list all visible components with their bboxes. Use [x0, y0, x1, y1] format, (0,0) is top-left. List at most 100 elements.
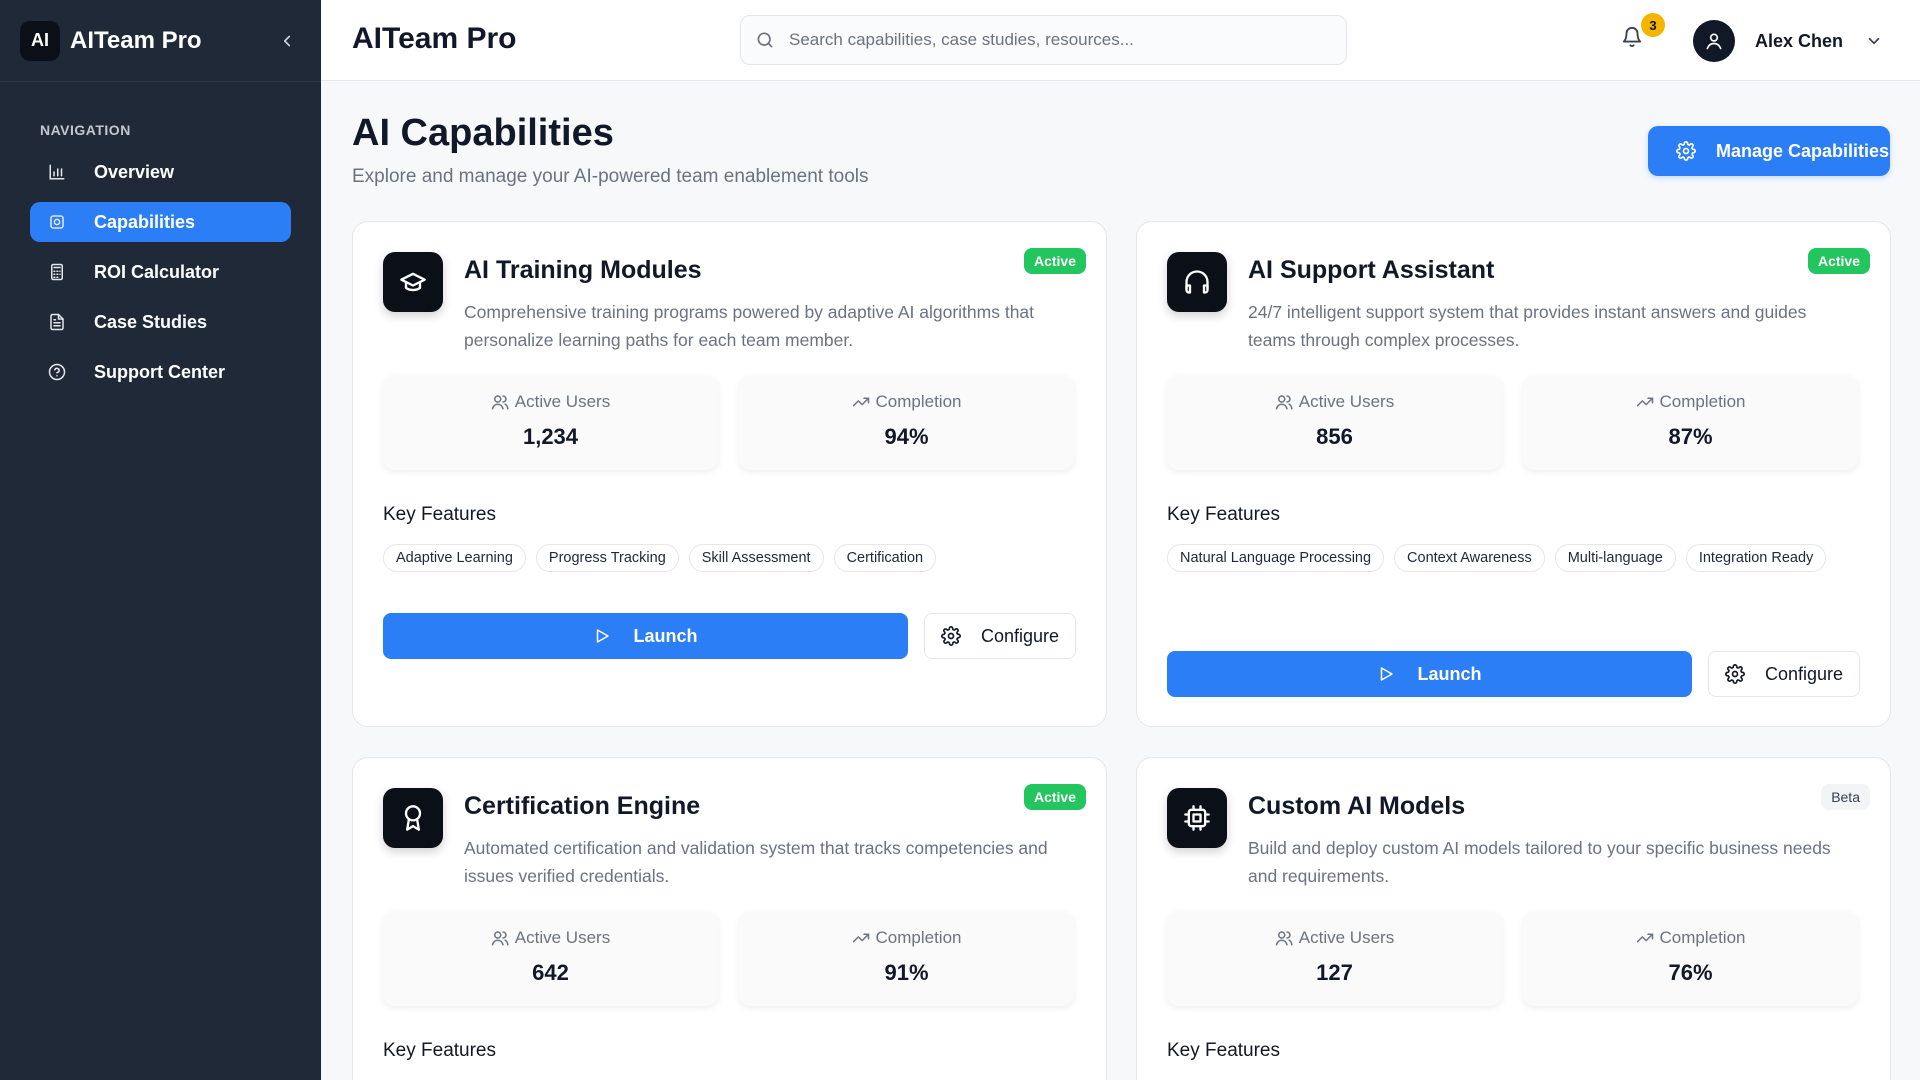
trending-up-icon [852, 393, 870, 411]
top-header: AITeam Pro 3 Alex Chen [321, 0, 1920, 81]
launch-label: Launch [633, 625, 698, 646]
card-title: Custom AI Models [1248, 792, 1466, 820]
active-users-value: 642 [532, 960, 569, 985]
card-title: AI Support Assistant [1248, 256, 1495, 284]
feature-chip: Multi-language [1554, 544, 1676, 572]
capability-card-ai-training-modules: AI Training Modules Active Comprehensive… [352, 221, 1107, 727]
graduation-cap-icon [383, 252, 443, 312]
search-bar[interactable] [740, 15, 1347, 65]
trending-up-icon [1636, 393, 1654, 411]
feature-chip: Progress Tracking [535, 544, 679, 572]
completion-value: 87% [1668, 424, 1713, 449]
capability-card-ai-support-assistant: AI Support Assistant Active 24/7 intelli… [1136, 221, 1891, 727]
manage-capabilities-button[interactable]: Manage Capabilities [1648, 126, 1890, 176]
sidebar-item-roi-calculator[interactable]: ROI Calculator [30, 252, 291, 292]
feature-chips: Natural Language Processing Context Awar… [1167, 544, 1867, 572]
card-description: Automated certification and validation s… [464, 838, 1048, 886]
sidebar-item-label: ROI Calculator [94, 261, 220, 282]
feature-chip: Context Awareness [1394, 544, 1545, 572]
sidebar-item-case-studies[interactable]: Case Studies [30, 302, 291, 342]
configure-label: Configure [981, 625, 1060, 646]
trending-up-icon [1636, 929, 1654, 947]
bell-icon [1622, 27, 1642, 48]
feature-chip: Natural Language Processing [1167, 544, 1385, 572]
capability-card-custom-ai-models: Custom AI Models Beta Build and deploy c… [1136, 757, 1891, 1080]
card-description: Comprehensive training programs powered … [464, 302, 1035, 350]
sidebar-item-capabilities[interactable]: Capabilities [30, 202, 291, 242]
stat-label: Completion [1659, 392, 1746, 411]
collapse-sidebar-button[interactable] [273, 27, 301, 55]
launch-button[interactable]: Launch [1167, 651, 1692, 697]
sidebar-item-label: Capabilities [94, 211, 196, 232]
play-icon [1381, 667, 1394, 681]
stat-label-row: Completion [1523, 928, 1858, 948]
feature-chip: Skill Assessment [688, 544, 824, 572]
launch-label: Launch [1417, 663, 1482, 684]
user-menu[interactable]: Alex Chen [1693, 20, 1883, 62]
gear-icon [941, 626, 961, 646]
sidebar-item-support-center[interactable]: Support Center [30, 352, 291, 392]
users-icon [1275, 929, 1293, 947]
active-users-value: 856 [1316, 424, 1353, 449]
status-badge: Active [1023, 784, 1086, 810]
cpu-icon [1167, 788, 1227, 848]
feature-chip: Integration Ready [1685, 544, 1827, 572]
stat-label-row: Completion [739, 928, 1074, 948]
completion-value: 94% [884, 424, 929, 449]
configure-button[interactable]: Configure [1708, 651, 1860, 697]
completion-stat: Completion 94% [739, 376, 1074, 470]
feature-chip: Certification [833, 544, 937, 572]
play-icon [597, 629, 610, 643]
stat-label-row: Active Users [383, 392, 718, 412]
search-icon [757, 32, 773, 48]
avatar [1693, 20, 1735, 62]
card-description: 24/7 intelligent support system that pro… [1248, 302, 1807, 350]
stat-label: Active Users [1298, 392, 1395, 411]
stat-label-row: Active Users [383, 928, 718, 948]
gear-icon [1676, 141, 1696, 161]
search-input[interactable] [789, 30, 1309, 50]
chevron-left-icon [283, 35, 291, 46]
document-icon [46, 311, 68, 333]
app-name: AITeam Pro [70, 26, 202, 54]
active-users-value: 127 [1316, 960, 1353, 985]
award-icon [383, 788, 443, 848]
configure-button[interactable]: Configure [924, 613, 1076, 659]
active-users-stat: Active Users 1,234 [383, 376, 718, 470]
stat-label: Active Users [1298, 928, 1395, 947]
sidebar-brand: AI AITeam Pro [0, 0, 321, 82]
stat-label: Completion [1659, 928, 1746, 947]
configure-label: Configure [1765, 663, 1844, 684]
users-icon [1275, 393, 1293, 411]
active-users-stat: Active Users 856 [1167, 376, 1502, 470]
active-users-value: 1,234 [522, 424, 579, 449]
user-name: Alex Chen [1755, 30, 1844, 51]
stat-label-row: Active Users [1167, 928, 1502, 948]
card-title: Certification Engine [464, 792, 701, 820]
page-subtitle: Explore and manage your AI-powered team … [352, 166, 869, 187]
status-badge: Beta [1821, 784, 1870, 810]
stat-label: Completion [875, 928, 962, 947]
active-users-stat: Active Users 127 [1167, 912, 1502, 1006]
app-logo: AI [20, 20, 60, 61]
users-icon [491, 929, 509, 947]
sidebar-item-label: Case Studies [94, 311, 208, 332]
sidebar-item-label: Support Center [94, 361, 226, 382]
status-badge: Active [1807, 248, 1870, 274]
chevron-down-icon [1865, 32, 1883, 50]
completion-value: 76% [1668, 960, 1713, 985]
card-description: Build and deploy custom AI models tailor… [1248, 838, 1831, 886]
page-title: AI Capabilities [352, 112, 614, 154]
status-badge: Active [1023, 248, 1086, 274]
key-features-heading: Key Features [1167, 504, 1280, 525]
headphones-icon [1167, 252, 1227, 312]
user-icon [1706, 33, 1722, 50]
completion-value: 91% [884, 960, 929, 985]
nav-heading: NAVIGATION [40, 122, 131, 138]
stat-label: Active Users [514, 928, 611, 947]
calculator-icon [46, 261, 68, 283]
capability-card-certification-engine: Certification Engine Active Automated ce… [352, 757, 1107, 1080]
stat-label-row: Active Users [1167, 392, 1502, 412]
sidebar-item-overview[interactable]: Overview [30, 152, 291, 192]
launch-button[interactable]: Launch [383, 613, 908, 659]
